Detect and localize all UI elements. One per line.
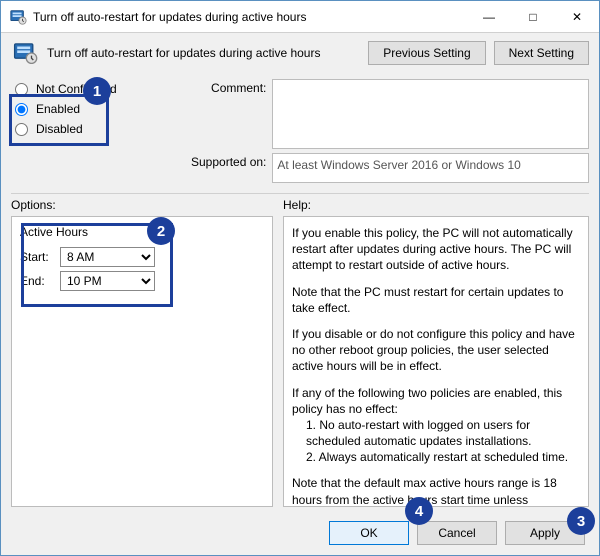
help-text: Note that the default max active hours r… bbox=[292, 475, 580, 507]
start-label: Start: bbox=[20, 250, 54, 264]
minimize-button[interactable]: — bbox=[467, 2, 511, 32]
help-text: If you disable or do not configure this … bbox=[292, 326, 580, 375]
policy-dialog-window: Turn off auto-restart for updates during… bbox=[0, 0, 600, 556]
window-title: Turn off auto-restart for updates during… bbox=[33, 10, 467, 24]
titlebar: Turn off auto-restart for updates during… bbox=[1, 1, 599, 33]
help-text: If any of the following two policies are… bbox=[292, 385, 580, 466]
state-column: Not Configured Enabled Disabled bbox=[11, 79, 181, 183]
radio-label: Enabled bbox=[36, 102, 80, 116]
help-label: Help: bbox=[283, 198, 311, 212]
divider bbox=[11, 193, 589, 194]
radio-label: Disabled bbox=[36, 122, 83, 136]
upper-section: Not Configured Enabled Disabled Comment:… bbox=[1, 75, 599, 185]
cancel-button[interactable]: Cancel bbox=[417, 521, 497, 545]
help-text: If you enable this policy, the PC will n… bbox=[292, 225, 580, 274]
setting-name: Turn off auto-restart for updates during… bbox=[47, 46, 360, 60]
header: Turn off auto-restart for updates during… bbox=[1, 33, 599, 75]
start-row: Start: 12 AM1 AM2 AM3 AM4 AM5 AM6 AM7 AM… bbox=[20, 247, 264, 267]
window-controls: — □ ✕ bbox=[467, 2, 599, 32]
radio-enabled[interactable]: Enabled bbox=[11, 99, 181, 119]
policy-icon bbox=[11, 39, 39, 67]
end-label: End: bbox=[20, 274, 54, 288]
options-label: Options: bbox=[11, 198, 273, 212]
radio-enabled-input[interactable] bbox=[15, 103, 28, 116]
details-column: Comment: Supported on: At least Windows … bbox=[191, 79, 589, 183]
end-row: End: 12 AM1 AM2 AM3 AM4 AM5 AM6 AM7 AM8 … bbox=[20, 271, 264, 291]
radio-not-configured-input[interactable] bbox=[15, 83, 28, 96]
state-radiogroup: Not Configured Enabled Disabled bbox=[11, 79, 181, 139]
radio-disabled[interactable]: Disabled bbox=[11, 119, 181, 139]
help-panel[interactable]: If you enable this policy, the PC will n… bbox=[283, 216, 589, 507]
lower-section: Active Hours Start: 12 AM1 AM2 AM3 AM4 A… bbox=[1, 212, 599, 513]
radio-label: Not Configured bbox=[36, 82, 117, 96]
radio-not-configured[interactable]: Not Configured bbox=[11, 79, 181, 99]
previous-setting-button[interactable]: Previous Setting bbox=[368, 41, 485, 65]
options-panel: Active Hours Start: 12 AM1 AM2 AM3 AM4 A… bbox=[11, 216, 273, 507]
comment-label: Comment: bbox=[191, 79, 266, 95]
apply-button[interactable]: Apply bbox=[505, 521, 585, 545]
supported-on-text: At least Windows Server 2016 or Windows … bbox=[272, 153, 589, 183]
comment-input[interactable] bbox=[272, 79, 589, 149]
policy-icon bbox=[9, 8, 27, 26]
footer: OK Cancel Apply bbox=[1, 513, 599, 555]
lower-labels: Options: Help: bbox=[1, 198, 599, 212]
radio-disabled-input[interactable] bbox=[15, 123, 28, 136]
start-select[interactable]: 12 AM1 AM2 AM3 AM4 AM5 AM6 AM7 AM8 AM9 A… bbox=[60, 247, 155, 267]
ok-button[interactable]: OK bbox=[329, 521, 409, 545]
maximize-button[interactable]: □ bbox=[511, 2, 555, 32]
next-setting-button[interactable]: Next Setting bbox=[494, 41, 589, 65]
active-hours-heading: Active Hours bbox=[20, 225, 264, 239]
close-button[interactable]: ✕ bbox=[555, 2, 599, 32]
supported-label: Supported on: bbox=[191, 153, 266, 169]
end-select[interactable]: 12 AM1 AM2 AM3 AM4 AM5 AM6 AM7 AM8 AM9 A… bbox=[60, 271, 155, 291]
help-text: Note that the PC must restart for certai… bbox=[292, 284, 580, 316]
